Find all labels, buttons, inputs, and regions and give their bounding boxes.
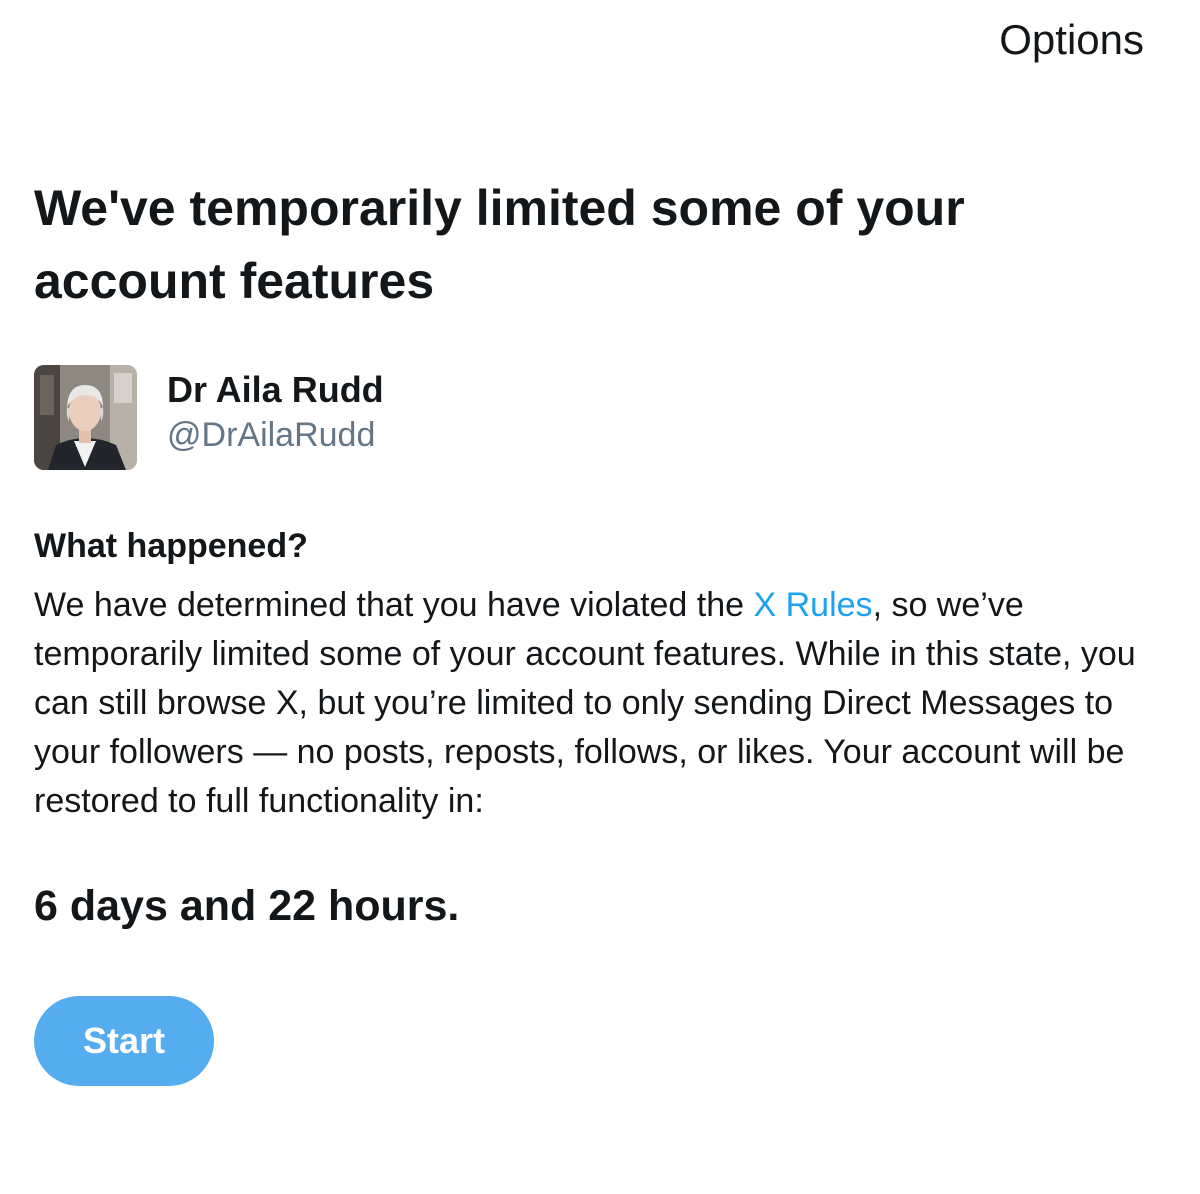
restriction-countdown: 6 days and 22 hours. — [34, 882, 460, 930]
what-happened-heading: What happened? — [34, 527, 308, 565]
profile-photo-icon — [34, 365, 137, 470]
avatar — [34, 365, 137, 470]
options-button[interactable]: Options — [999, 16, 1144, 64]
account-profile: Dr Aila Rudd @DrAilaRudd — [34, 365, 384, 470]
x-rules-link[interactable]: X Rules — [754, 586, 873, 624]
profile-names: Dr Aila Rudd @DrAilaRudd — [167, 369, 384, 459]
explanation-text-start: We have determined that you have violate… — [34, 586, 754, 624]
explanation-text: We have determined that you have violate… — [34, 581, 1179, 826]
display-name: Dr Aila Rudd — [167, 369, 384, 410]
start-button[interactable]: Start — [34, 996, 214, 1086]
page-title: We've temporarily limited some of your a… — [34, 180, 965, 309]
user-handle: @DrAilaRudd — [167, 416, 376, 454]
